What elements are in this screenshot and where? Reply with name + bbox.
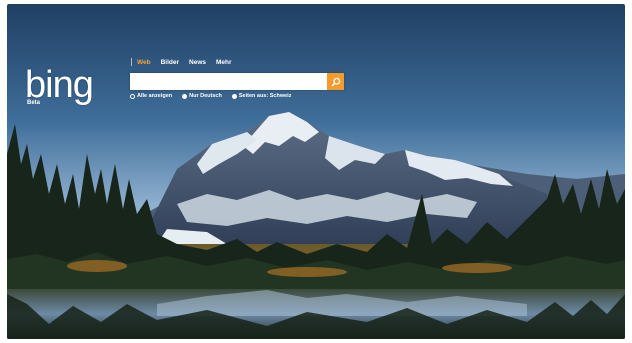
search-vertical-tabs: Web Bilder News Mehr [131,58,242,66]
tab-separator [131,58,132,66]
background-landscape [7,4,625,339]
search-input[interactable] [130,73,327,90]
radio-selected[interactable] [231,93,237,99]
search-button[interactable] [327,73,344,90]
scope-german-label: Nur Deutsch [189,93,222,99]
radio-unselected[interactable] [130,93,135,99]
magnifier-icon [331,77,340,86]
scope-german-only[interactable]: Nur Deutsch [182,93,222,99]
scope-switzerland[interactable]: Seiten aus: Schweiz [231,93,292,99]
search-scope-options: Alle anzeigen Nur Deutsch Seiten aus: Sc… [130,93,301,99]
radio-selected[interactable] [182,93,188,99]
tab-news[interactable]: News [189,59,206,66]
tab-web[interactable]: Web [137,59,151,66]
search-box [130,73,344,90]
bing-logo: bing [25,64,94,106]
scope-all[interactable]: Alle anzeigen [130,93,172,99]
scope-switzerland-label: Seiten aus: Schweiz [238,93,292,99]
scope-all-label: Alle anzeigen [137,93,173,99]
beta-badge: Beta [27,100,41,106]
browser-viewport: bing Beta Web Bilder News Mehr Alle anze… [7,4,625,339]
tab-images[interactable]: Bilder [161,59,179,66]
tab-more[interactable]: Mehr [216,59,232,66]
